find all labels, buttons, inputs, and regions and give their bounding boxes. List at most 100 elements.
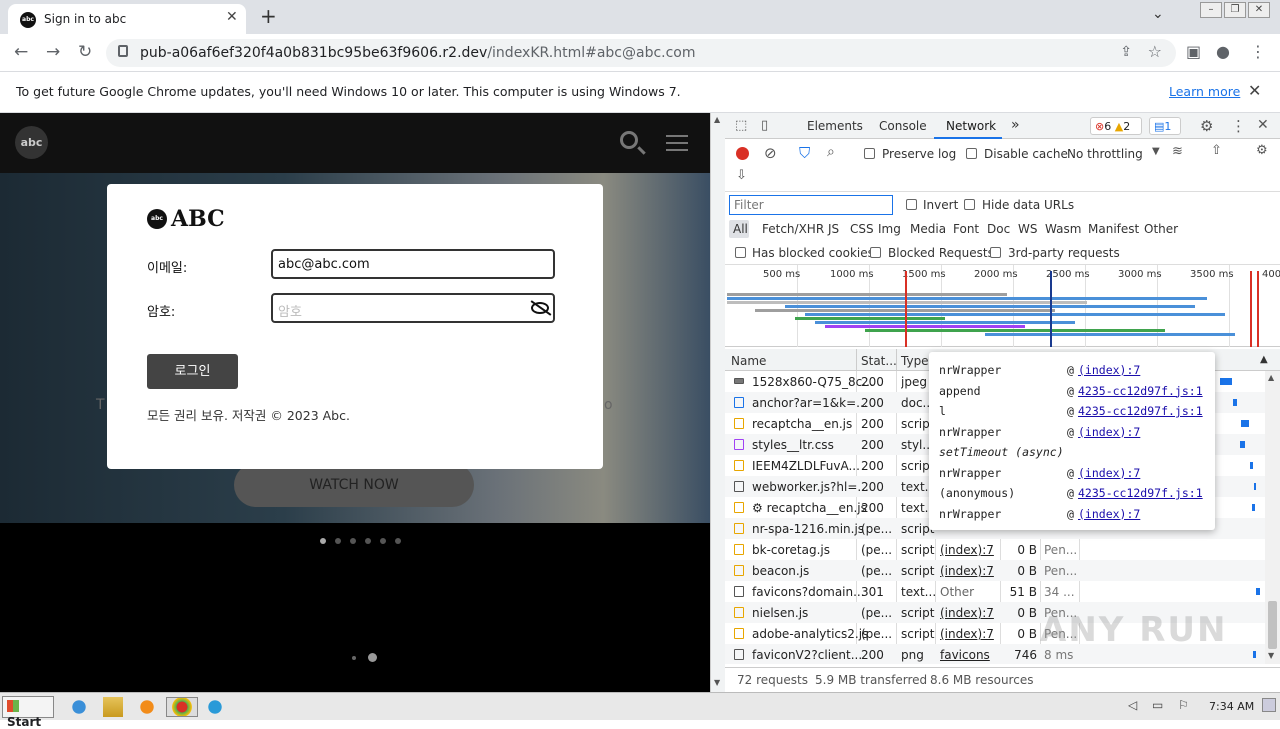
carousel-dot[interactable] — [335, 538, 341, 544]
password-field[interactable]: 암호 — [271, 293, 555, 323]
carousel-dot[interactable] — [365, 538, 371, 544]
scrollbar-thumb[interactable] — [1268, 601, 1277, 649]
watch-now-button[interactable]: WATCH NOW — [234, 463, 474, 507]
throttling-select[interactable]: No throttling — [1067, 147, 1143, 161]
tab-elements[interactable]: Elements — [807, 119, 863, 133]
browser-tab[interactable]: abc Sign in to abc ✕ — [8, 4, 246, 34]
preserve-log-checkbox[interactable] — [864, 148, 875, 159]
email-field[interactable]: abc@abc.com — [271, 249, 555, 279]
learn-more-link[interactable]: Learn more — [1169, 84, 1240, 99]
carousel-dot[interactable] — [350, 538, 356, 544]
requests-scrollbar[interactable]: ▲ ▼ — [1265, 371, 1280, 664]
carousel-dot[interactable] — [380, 538, 386, 544]
type-filter-fetch[interactable]: Fetch/XHR — [762, 222, 824, 236]
side-panel-icon[interactable]: ▣ — [1186, 42, 1201, 61]
abc-logo[interactable]: abc — [15, 126, 48, 159]
media-player-icon[interactable] — [134, 697, 160, 717]
carousel-dot[interactable] — [395, 538, 401, 544]
type-filter-js[interactable]: JS — [828, 222, 839, 236]
back-arrow-icon[interactable]: ← — [14, 42, 28, 62]
table-row[interactable]: beacon.js (pe... script (index):7 0 B Pen... — [725, 560, 1265, 581]
type-filter-manifest[interactable]: Manifest — [1088, 222, 1139, 236]
lock-icon[interactable] — [118, 45, 128, 57]
throttling-dropdown-icon[interactable]: ▼ — [1152, 146, 1160, 157]
frame-source-link[interactable]: (index):7 — [1078, 466, 1140, 480]
carousel-dot[interactable] — [352, 655, 356, 660]
minimize-button[interactable]: – — [1200, 2, 1222, 18]
close-tab-icon[interactable]: ✕ — [226, 9, 238, 25]
more-tabs-button[interactable]: » — [1011, 117, 1020, 133]
tab-console[interactable]: Console — [879, 119, 927, 133]
menu-kebab-icon[interactable]: ⋮ — [1250, 42, 1266, 61]
search-icon[interactable]: ⌕ — [827, 144, 835, 160]
network-tray-icon[interactable]: ▭ — [1152, 698, 1163, 712]
restore-button[interactable]: ❐ — [1224, 2, 1246, 18]
column-type[interactable]: Type — [901, 354, 929, 368]
devtools-menu-icon[interactable]: ⋮ — [1231, 117, 1246, 135]
tab-network[interactable]: Network — [946, 119, 996, 133]
frame-source-link[interactable]: (index):7 — [1078, 425, 1140, 439]
bookmark-star-icon[interactable]: ☆ — [1148, 42, 1162, 61]
table-row[interactable]: favicons?domain... 301 text... Other 51 B 34 … — [725, 581, 1265, 602]
row-initiator[interactable]: favicons — [940, 648, 1000, 662]
reload-icon[interactable]: ↻ — [78, 42, 92, 62]
search-icon[interactable] — [620, 131, 638, 149]
carousel-dot[interactable] — [368, 653, 377, 662]
settings-gear-icon[interactable]: ⚙ — [1200, 117, 1213, 135]
volume-icon[interactable]: ◁ — [1128, 698, 1137, 712]
row-initiator[interactable]: (index):7 — [940, 564, 1000, 578]
import-har-icon[interactable]: ⇧ — [1211, 143, 1222, 158]
new-tab-button[interactable]: + — [260, 4, 277, 28]
type-filter-doc[interactable]: Doc — [987, 222, 1010, 236]
tab-search-chevron-icon[interactable]: ⌄ — [1152, 6, 1164, 22]
edge-icon[interactable] — [202, 697, 228, 717]
profile-avatar-icon[interactable]: ● — [1216, 42, 1230, 61]
share-icon[interactable]: ⇪ — [1120, 44, 1132, 60]
scroll-up-arrow-icon[interactable]: ▲ — [714, 115, 720, 124]
scroll-down-arrow-icon[interactable]: ▼ — [1268, 651, 1274, 660]
close-devtools-icon[interactable]: ✕ — [1257, 117, 1269, 133]
hide-password-eye-icon[interactable] — [531, 302, 549, 314]
type-filter-media[interactable]: Media — [910, 222, 946, 236]
type-filter-font[interactable]: Font — [953, 222, 979, 236]
file-explorer-icon[interactable] — [103, 697, 123, 717]
close-infobar-icon[interactable]: ✕ — [1248, 81, 1261, 100]
action-center-flag-icon[interactable]: ⚐ — [1178, 698, 1189, 712]
record-button[interactable] — [736, 147, 749, 160]
type-filter-img[interactable]: Img — [878, 222, 901, 236]
filter-funnel-icon[interactable]: ⛉ — [799, 144, 810, 162]
disable-cache-checkbox[interactable] — [966, 148, 977, 159]
type-filter-ws[interactable]: WS — [1018, 222, 1037, 236]
invert-checkbox[interactable] — [906, 199, 917, 210]
internet-explorer-icon[interactable] — [66, 697, 92, 717]
type-filter-wasm[interactable]: Wasm — [1045, 222, 1081, 236]
login-button[interactable]: 로그인 — [147, 354, 238, 389]
row-initiator[interactable]: (index):7 — [940, 606, 1000, 620]
sort-up-icon[interactable]: ▲ — [1260, 354, 1268, 365]
hamburger-menu-icon[interactable] — [666, 135, 688, 151]
frame-source-link[interactable]: 4235-cc12d97f.js:1 — [1078, 384, 1203, 398]
carousel-dot[interactable] — [320, 538, 326, 544]
inspect-element-icon[interactable]: ⬚ — [735, 118, 747, 133]
network-settings-icon[interactable]: ⚙ — [1256, 143, 1268, 158]
address-bar[interactable]: pub-a06af6ef320f4a0b831bc95be63f9606.r2.… — [106, 39, 1176, 67]
filter-input[interactable]: Filter — [729, 195, 893, 215]
system-clock[interactable]: 7:34 AM — [1209, 700, 1254, 713]
frame-source-link[interactable]: 4235-cc12d97f.js:1 — [1078, 404, 1203, 418]
hide-data-urls-checkbox[interactable] — [964, 199, 975, 210]
third-party-checkbox[interactable] — [990, 247, 1001, 258]
type-filter-all[interactable]: All — [733, 222, 748, 236]
start-button[interactable]: Start — [2, 696, 54, 729]
frame-source-link[interactable]: (index):7 — [1078, 363, 1140, 377]
network-timeline-overview[interactable]: 500 ms 1000 ms 1500 ms 2000 ms 2500 ms 3… — [725, 265, 1280, 347]
url-text[interactable]: pub-a06af6ef320f4a0b831bc95be63f9606.r2.… — [140, 45, 696, 61]
row-initiator[interactable]: (index):7 — [940, 543, 1000, 557]
forward-arrow-icon[interactable]: → — [46, 42, 60, 62]
blocked-requests-checkbox[interactable] — [870, 247, 881, 258]
column-name[interactable]: Name — [731, 354, 766, 368]
scroll-up-arrow-icon[interactable]: ▲ — [1268, 373, 1274, 382]
type-filter-other[interactable]: Other — [1144, 222, 1178, 236]
messages-counter[interactable]: ▤1 — [1149, 117, 1181, 135]
clear-icon[interactable]: ⊘ — [764, 144, 777, 162]
device-toolbar-icon[interactable]: ▯ — [761, 118, 768, 133]
